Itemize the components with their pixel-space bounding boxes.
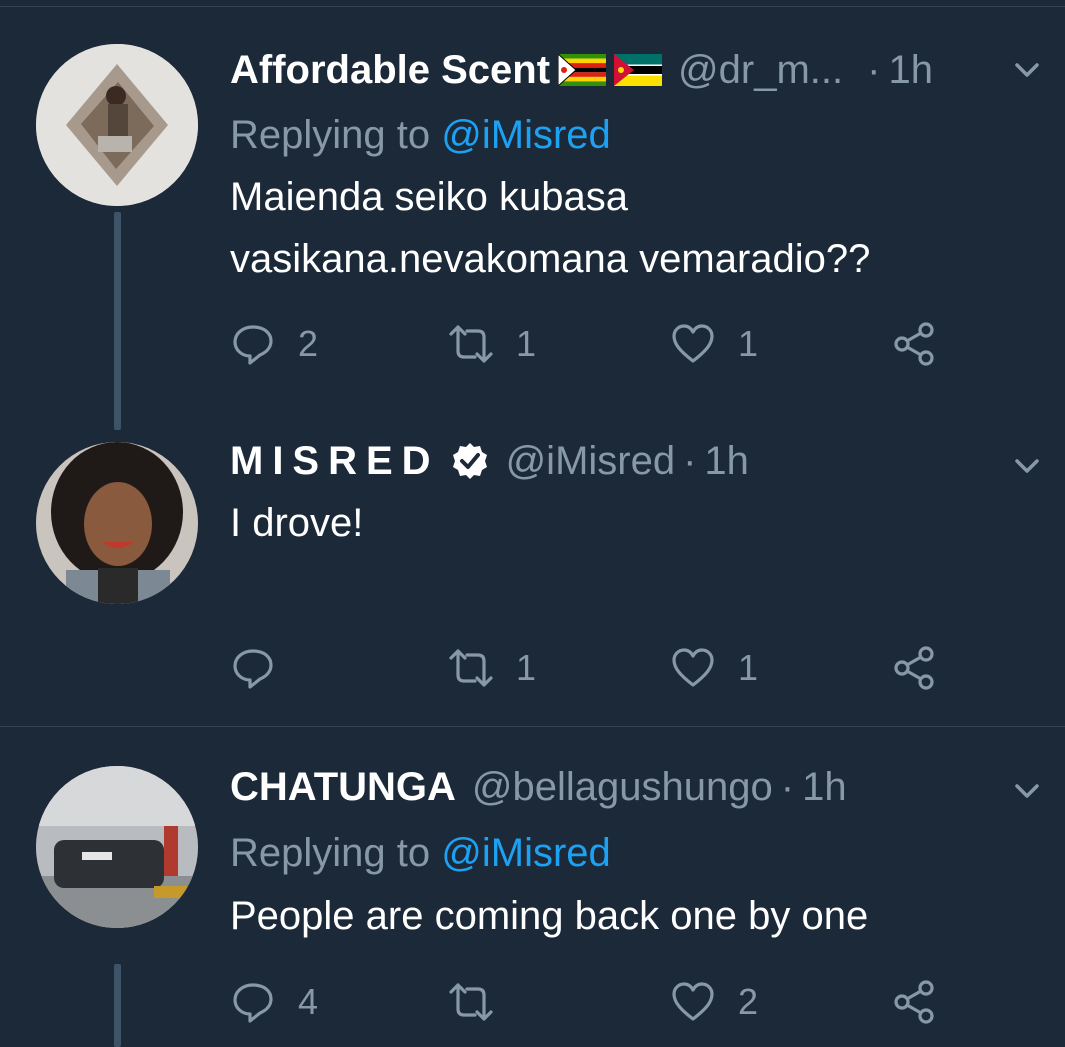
mozambique-flag-icon bbox=[614, 54, 663, 86]
like-button[interactable]: 1 bbox=[670, 319, 758, 369]
mention-link[interactable]: @iMisred bbox=[441, 113, 611, 157]
tweet-text: Maienda seiko kubasa vasikana.nevakomana… bbox=[230, 166, 1030, 290]
replying-to-label: Replying to bbox=[230, 831, 431, 875]
retweet-count: 1 bbox=[516, 647, 537, 688]
retweet-button[interactable]: 1 bbox=[448, 643, 536, 693]
tweet-text: I drove! bbox=[230, 492, 1030, 554]
tweet-header: Affordable Scent @dr_m... · 1h bbox=[230, 45, 933, 95]
retweet-count: 1 bbox=[516, 323, 537, 364]
retweet-icon bbox=[449, 325, 493, 363]
share-icon bbox=[894, 646, 934, 690]
thread-line bbox=[114, 964, 121, 1047]
share-icon bbox=[894, 980, 934, 1024]
timestamp[interactable]: 1h bbox=[802, 765, 847, 810]
reply-icon bbox=[233, 649, 273, 689]
tweet-actions: 2 1 1 bbox=[230, 319, 950, 369]
retweet-button[interactable]: 1 bbox=[448, 319, 536, 369]
replying-to-label: Replying to bbox=[230, 113, 431, 157]
display-name[interactable]: CHATUNGA bbox=[230, 765, 456, 810]
reply-count: 2 bbox=[298, 323, 319, 364]
timestamp[interactable]: 1h bbox=[888, 48, 933, 93]
like-count: 2 bbox=[738, 981, 759, 1022]
share-icon bbox=[894, 322, 934, 366]
like-icon bbox=[672, 324, 714, 363]
avatar[interactable] bbox=[36, 44, 198, 206]
tweet-chatunga[interactable]: CHATUNGA @bellagushungo · 1h Replying to… bbox=[0, 727, 1065, 1047]
separator-dot: · bbox=[683, 438, 697, 483]
retweet-icon bbox=[449, 649, 493, 687]
handle[interactable]: @bellagushungo bbox=[472, 765, 773, 810]
retweet-icon bbox=[449, 983, 493, 1021]
reply-button[interactable] bbox=[230, 643, 298, 693]
tweet-text-line: Maienda seiko kubasa bbox=[230, 175, 629, 219]
separator-dot: · bbox=[867, 47, 881, 92]
chevron-down-icon[interactable] bbox=[1011, 450, 1043, 482]
tweet-actions: 1 1 bbox=[230, 643, 950, 693]
share-button[interactable] bbox=[892, 319, 938, 369]
tweet-text-line: vasikana.nevakomana vemaradio?? bbox=[230, 237, 871, 281]
separator-dot: · bbox=[780, 764, 795, 809]
like-count: 1 bbox=[738, 647, 759, 688]
timestamp[interactable]: 1h bbox=[704, 439, 749, 484]
avatar[interactable] bbox=[36, 766, 198, 928]
reply-button[interactable]: 4 bbox=[230, 977, 318, 1027]
replying-to: Replying to @iMisred bbox=[230, 113, 611, 158]
reply-button[interactable]: 2 bbox=[230, 319, 318, 369]
reply-count: 4 bbox=[298, 981, 319, 1022]
thread-line bbox=[114, 212, 121, 430]
tweet-header: MISRED @iMisred · 1h bbox=[230, 436, 749, 486]
like-button[interactable]: 2 bbox=[670, 977, 758, 1027]
handle[interactable]: @dr_m... bbox=[678, 48, 843, 93]
like-icon bbox=[672, 982, 714, 1021]
like-icon bbox=[672, 648, 714, 687]
retweet-button[interactable] bbox=[448, 977, 516, 1027]
tweet-actions: 4 2 bbox=[230, 977, 950, 1027]
avatar[interactable] bbox=[36, 442, 198, 604]
chevron-down-icon[interactable] bbox=[1011, 54, 1043, 86]
tweet-text-line: I drove! bbox=[230, 501, 364, 545]
display-name[interactable]: MISRED bbox=[230, 439, 440, 484]
reply-icon bbox=[233, 325, 273, 365]
mention-link[interactable]: @iMisred bbox=[441, 831, 611, 875]
replying-to: Replying to @iMisred bbox=[230, 831, 611, 876]
reply-icon bbox=[233, 983, 273, 1023]
tweet-header: CHATUNGA @bellagushungo · 1h bbox=[230, 762, 847, 812]
share-button[interactable] bbox=[892, 643, 938, 693]
like-count: 1 bbox=[738, 323, 759, 364]
share-button[interactable] bbox=[892, 977, 938, 1027]
tweet-misred[interactable]: MISRED @iMisred · 1h I drove! 1 1 bbox=[0, 430, 1065, 726]
chevron-down-icon[interactable] bbox=[1011, 775, 1043, 807]
verified-icon bbox=[452, 443, 487, 479]
tweet-affordable-scent[interactable]: Affordable Scent @dr_m... · 1h Replying … bbox=[0, 0, 1065, 430]
handle[interactable]: @iMisred bbox=[506, 439, 676, 484]
tweet-text: People are coming back one by one bbox=[230, 885, 1030, 947]
tweet-text-line: People are coming back one by one bbox=[230, 894, 869, 938]
like-button[interactable]: 1 bbox=[670, 643, 758, 693]
display-name[interactable]: Affordable Scent bbox=[230, 48, 550, 93]
zimbabwe-flag-icon bbox=[558, 54, 607, 86]
